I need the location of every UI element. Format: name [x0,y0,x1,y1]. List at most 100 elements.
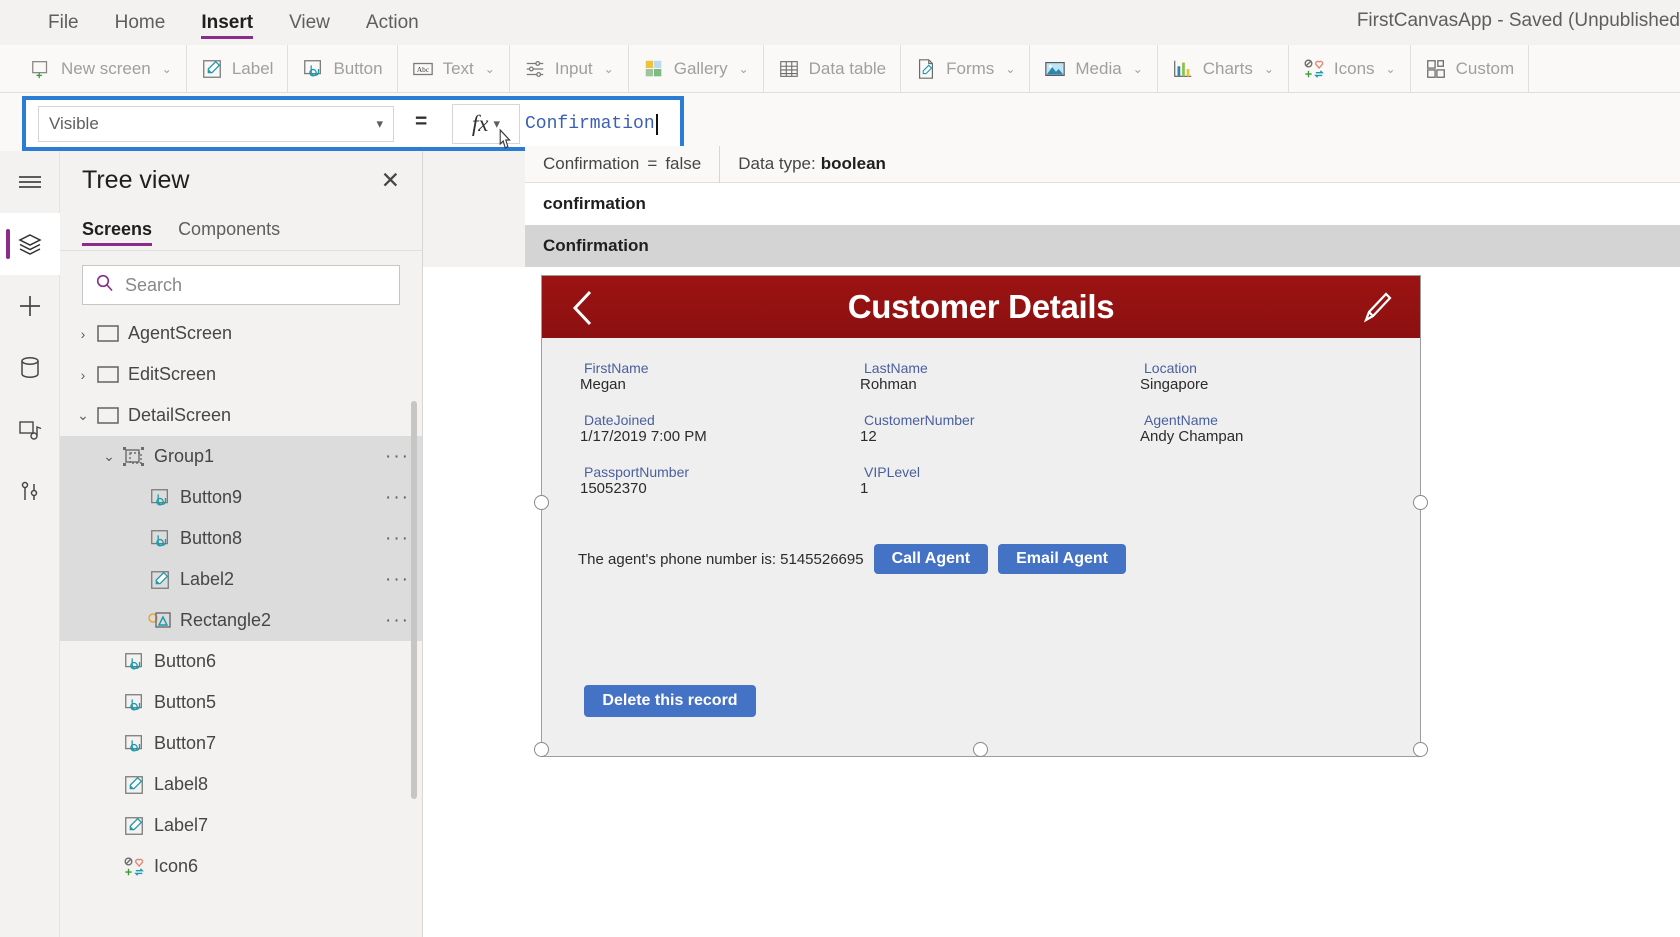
more-options-icon[interactable]: ··· [385,528,410,550]
tree-item-label: Button9 [180,487,243,507]
tree-item-label8[interactable]: Label8 [60,764,422,805]
insert-ribbon: New screen ⌄ Label Button Abc Text ⌄ Input ⌄ Gall… [0,44,1680,93]
form-field[interactable]: Location Singapore [1140,360,1420,401]
tree-item-rectangle2[interactable]: Rectangle2 ··· [60,600,422,641]
ribbon-item-button[interactable]: Button [288,44,398,93]
email-agent-button[interactable]: Email Agent [998,544,1126,574]
more-options-icon[interactable]: ··· [385,610,410,632]
property-select[interactable]: Visible ▾ [38,106,394,142]
fx-icon: fx [471,111,489,136]
more-options-icon[interactable]: ··· [385,487,410,509]
ribbon-item-charts[interactable]: Charts ⌄ [1158,44,1289,93]
tree-item-icon6[interactable]: Icon6 [60,846,422,887]
menu-item-insert[interactable]: Insert [183,0,271,45]
ribbon-item-new-screen[interactable]: New screen ⌄ [0,44,187,93]
call-agent-button[interactable]: Call Agent [873,544,989,574]
tree-view-search-wrap [60,251,422,313]
property-select-value: Visible [49,114,99,133]
chevron-right-icon[interactable]: › [72,326,94,342]
tree-item-editscreen[interactable]: › EditScreen [60,354,422,395]
selection-handle-bottom-center[interactable] [973,742,988,757]
selection-handle-left-middle[interactable] [534,495,549,510]
input-icon [524,58,546,80]
tree-item-detailscreen[interactable]: ⌄ DetailScreen [60,395,422,436]
agent-phone-label: The agent's phone number is: 5145526695 [578,550,864,568]
tree-item-button6[interactable]: Button6 [60,641,422,682]
ribbon-item-label[interactable]: Label [187,44,289,93]
menu-item-view[interactable]: View [271,0,348,45]
delete-record-button[interactable]: Delete this record [584,685,756,717]
chevron-down-icon: ▾ [376,116,383,131]
ribbon-item-data-table[interactable]: Data table [764,44,902,93]
tree-item-button5[interactable]: Button5 [60,682,422,723]
menu-item-file[interactable]: File [30,0,97,45]
ribbon-item-label: New screen [61,58,151,78]
close-icon[interactable]: ✕ [381,168,400,192]
formula-input[interactable]: Confirmation [525,104,673,144]
chevron-down-icon[interactable]: ⌄ [72,407,94,424]
tree-view-scrollbar[interactable] [411,401,417,799]
data-sources-icon[interactable] [0,337,60,399]
equals-sign: = [415,110,428,133]
search-input[interactable] [125,274,387,296]
data-type-value: boolean [820,154,886,173]
button-icon [120,692,148,714]
search-box[interactable] [82,265,400,305]
tree-item-button7[interactable]: Button7 [60,723,422,764]
tree-view-header: Tree view ✕ [60,151,422,209]
tree-item-agentscreen[interactable]: › AgentScreen [60,313,422,354]
svg-text:Abc: Abc [416,65,429,74]
ribbon-item-input[interactable]: Input ⌄ [510,44,629,93]
chevron-right-icon[interactable]: › [72,367,94,383]
ribbon-item-icons[interactable]: Icons ⌄ [1289,44,1411,93]
form-field-label: CustomerNumber [864,412,975,428]
form-field[interactable]: LastName Rohman [860,360,1140,401]
back-chevron-icon[interactable] [568,288,598,333]
label-icon [146,569,174,591]
ribbon-item-gallery[interactable]: Gallery ⌄ [629,44,764,93]
tree-item-button8[interactable]: Button8 ··· [60,518,422,559]
form-field[interactable]: CustomerNumber 12 [860,412,1140,453]
more-options-icon[interactable]: ··· [385,446,410,468]
data-type-label: Data type: [738,154,816,173]
form-field[interactable]: FirstName Megan [580,360,860,401]
app-title: FirstCanvasApp - Saved (Unpublished [1356,10,1680,31]
tree-item-label: Label2 [180,569,235,589]
ribbon-item-custom[interactable]: Custom [1411,44,1530,93]
form-field[interactable] [1140,464,1420,505]
tree-item-label7[interactable]: Label7 [60,805,422,846]
ribbon-item-text[interactable]: Abc Text ⌄ [398,44,510,93]
ribbon-item-forms[interactable]: Forms ⌄ [901,44,1031,93]
more-options-icon[interactable]: ··· [385,569,410,591]
tree-item-group1[interactable]: ⌄ Group1 ··· [60,436,422,477]
form-field[interactable]: PassportNumber 15052370 [580,464,860,505]
form-field[interactable]: AgentName Andy Champan [1140,412,1420,453]
suggestion-item-confirmation-upper[interactable]: Confirmation [525,225,1680,267]
chevron-down-icon[interactable]: ⌄ [98,448,120,465]
edit-pencil-icon[interactable] [1360,288,1394,331]
tree-view-title: Tree view [82,165,190,194]
menu-item-action[interactable]: Action [348,0,437,45]
tree-item-label2[interactable]: Label2 ··· [60,559,422,600]
selection-handle-bottom-left[interactable] [534,742,549,757]
icons-icon [1303,58,1325,80]
selection-handle-bottom-right[interactable] [1413,742,1428,757]
ribbon-item-media[interactable]: Media ⌄ [1030,44,1158,93]
app-preview-frame[interactable]: Customer Details FirstName Megan LastName R… [541,275,1421,757]
tree-item-label: AgentScreen [128,323,233,343]
form-field[interactable]: VIPLevel 1 [860,464,1140,505]
form-field[interactable]: DateJoined 1/17/2019 7:00 PM [580,412,860,453]
selection-handle-right-middle[interactable] [1413,495,1428,510]
insert-add-icon[interactable] [0,275,60,337]
tree-item-label: Button7 [154,733,217,753]
hamburger-menu-icon[interactable] [0,151,60,213]
suggestion-item-confirmation-lower[interactable]: confirmation [525,183,1680,225]
tab-components[interactable]: Components [178,209,280,251]
menu-item-home[interactable]: Home [97,0,184,45]
button-icon [120,733,148,755]
media-library-icon[interactable] [0,399,60,461]
tab-screens[interactable]: Screens [82,209,153,251]
tree-item-button9[interactable]: Button9 ··· [60,477,422,518]
advanced-tools-icon[interactable] [0,461,60,523]
tree-view-icon[interactable] [0,213,60,275]
